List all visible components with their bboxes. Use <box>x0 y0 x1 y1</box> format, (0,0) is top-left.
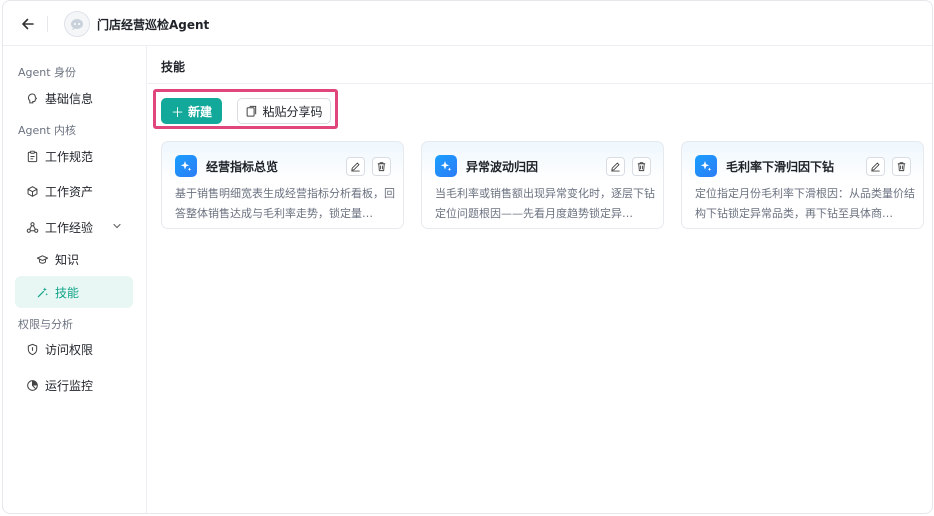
sidebar-item-basic-info[interactable]: 基础信息 <box>15 83 133 113</box>
sparkle-icon <box>175 155 197 177</box>
shield-icon <box>25 342 39 356</box>
sidebar-item-work-assets[interactable]: 工作资产 <box>15 176 133 206</box>
sidebar-item-label: 基础信息 <box>45 91 94 106</box>
network-icon <box>25 220 39 234</box>
sidebar-item-label: 工作经验 <box>45 220 94 235</box>
sidebar-section-permissions: 权限与分析 <box>18 318 73 331</box>
arrow-left-icon <box>22 18 34 30</box>
sidebar-section-identity: Agent 身份 <box>18 66 77 79</box>
delete-button[interactable] <box>892 157 911 176</box>
monitor-gauge-icon <box>25 378 39 392</box>
skill-card[interactable]: 经营指标总览 基于销售明细宽表生成经营指标分析看板，回答整体销售达成与毛利率走势… <box>161 141 404 229</box>
agent-avatar <box>64 11 90 37</box>
sidebar-item-label: 运行监控 <box>45 378 94 393</box>
trash-icon <box>377 162 386 172</box>
clipboard-icon <box>25 149 39 163</box>
trash-icon <box>897 162 906 172</box>
edit-button[interactable] <box>606 157 625 176</box>
sparkle-icon <box>435 155 457 177</box>
skill-card-description: 基于销售明细宽表生成经营指标分析看板，回答整体销售达成与毛利率走势，锁定量… <box>175 187 395 220</box>
pencil-icon <box>611 162 620 172</box>
sidebar-item-label: 访问权限 <box>45 342 94 357</box>
sidebar-item-label: 知识 <box>55 252 80 267</box>
plus-icon: ＋ <box>170 105 184 121</box>
graduation-cap-icon <box>35 252 49 266</box>
sidebar-item-label: 工作规范 <box>45 149 94 164</box>
sidebar-item-label: 工作资产 <box>45 184 94 199</box>
sparkle-icon <box>695 155 717 177</box>
trash-icon <box>637 162 646 172</box>
sidebar: Agent 身份 基础信息 Agent 内核 工作规范 工作资产 工作经验 知识… <box>3 46 147 513</box>
skill-card-title: 异常波动归因 <box>466 160 539 174</box>
back-button[interactable] <box>17 13 39 35</box>
chevron-down-icon <box>113 223 121 229</box>
agent-title: 门店经营巡检Agent <box>97 18 210 32</box>
new-button-label: 新建 <box>188 104 213 119</box>
robot-chat-icon <box>71 19 83 30</box>
edit-button[interactable] <box>866 157 885 176</box>
cube-icon <box>25 184 39 198</box>
paste-share-code-button[interactable]: 粘贴分享码 <box>237 98 331 124</box>
skill-card[interactable]: 异常波动归因 当毛利率或销售额出现异常变化时，逐层下钻定位问题根因——先看月度趋… <box>421 141 664 229</box>
delete-button[interactable] <box>632 157 651 176</box>
skill-card-description: 定位指定月份毛利率下滑根因：从品类量价结构下钻锁定异常品类，再下钻至具体商… <box>695 187 915 220</box>
app-window: 门店经营巡检Agent Agent 身份 基础信息 Agent 内核 工作规范 … <box>2 0 933 514</box>
title-divider <box>148 83 932 84</box>
sidebar-item-label: 技能 <box>55 285 80 300</box>
main-panel: 技能 ＋ 新建 粘贴分享码 经营指标总览 基于销售明细宽表生成经营指标分析看板，… <box>148 46 932 513</box>
sidebar-item-skills[interactable]: 技能 <box>15 276 133 308</box>
skill-card-title: 毛利率下滑归因下钻 <box>726 160 835 174</box>
skill-card-title: 经营指标总览 <box>206 160 279 174</box>
pencil-icon <box>871 162 880 172</box>
sidebar-item-knowledge[interactable]: 知识 <box>15 244 133 274</box>
new-skill-button[interactable]: ＋ 新建 <box>161 98 222 124</box>
header-divider <box>47 16 48 32</box>
sidebar-item-access-permissions[interactable]: 访问权限 <box>15 334 133 364</box>
top-header: 门店经营巡检Agent <box>3 1 932 46</box>
sidebar-item-runtime-monitoring[interactable]: 运行监控 <box>15 370 133 400</box>
skill-card-description: 当毛利率或销售额出现异常变化时，逐层下钻定位问题根因——先看月度趋势锁定异… <box>435 187 655 220</box>
skill-card[interactable]: 毛利率下滑归因下钻 定位指定月份毛利率下滑根因：从品类量价结构下钻锁定异常品类，… <box>681 141 924 229</box>
edit-button[interactable] <box>346 157 365 176</box>
paste-clipboard-icon <box>247 105 257 117</box>
delete-button[interactable] <box>372 157 391 176</box>
page-title: 技能 <box>161 60 186 74</box>
paste-button-label: 粘贴分享码 <box>262 104 323 119</box>
brain-icon <box>25 91 39 105</box>
sidebar-item-work-experience[interactable]: 工作经验 <box>15 212 133 242</box>
sparkle-wand-icon <box>35 285 49 299</box>
sidebar-section-kernel: Agent 内核 <box>18 124 77 137</box>
pencil-icon <box>351 162 360 172</box>
sidebar-item-work-norms[interactable]: 工作规范 <box>15 141 133 171</box>
